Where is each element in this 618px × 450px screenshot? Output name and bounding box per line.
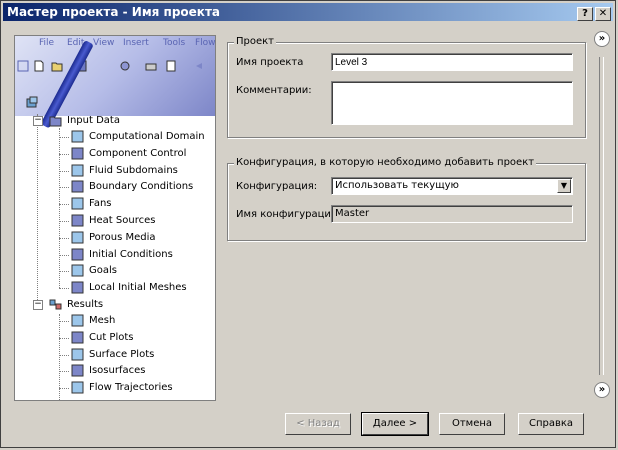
results-icon [49, 299, 62, 310]
expand-up-icon[interactable]: » [594, 31, 610, 47]
configuration-select-value: Использовать текущую [335, 180, 459, 191]
configuration-name-label: Имя конфигурации: [236, 209, 341, 220]
tree-connector [59, 204, 69, 206]
domain-icon [71, 130, 84, 143]
input-data-icon [49, 116, 62, 127]
comment-label: Комментарии: [236, 85, 312, 96]
tree-item-label: Fans [89, 198, 112, 210]
tree-connector [59, 254, 69, 256]
new-document-icon [34, 60, 44, 72]
help-button[interactable]: Справка [518, 413, 584, 435]
close-button[interactable]: ✕ [595, 7, 611, 21]
options-icon [120, 61, 130, 71]
tree-connector [59, 271, 69, 273]
results-collapse-toggle[interactable]: − [33, 300, 43, 310]
project-group: Проект Имя проекта Комментарии: [227, 36, 586, 138]
heat-source-icon [71, 214, 84, 227]
tree-connector [59, 288, 69, 290]
tree-connector [59, 371, 69, 373]
initial-conditions-icon [71, 248, 84, 261]
local-mesh-icon [71, 281, 84, 294]
tree-item-label: Local Initial Meshes [89, 282, 187, 294]
banner-image: File Edit View Insert Tools Flow [15, 36, 215, 129]
configuration-group-title: Конфигурация, в которую необходимо добав… [234, 157, 537, 168]
tree-item-label: Heat Sources [89, 215, 156, 226]
fan-icon [71, 197, 84, 210]
banner-menu-view: View [93, 38, 115, 48]
tree-connector [59, 321, 69, 322]
side-scroll-track[interactable] [599, 57, 604, 375]
tree-item-label: Component Control [89, 147, 187, 159]
print-icon [145, 63, 157, 71]
open-folder-icon [51, 62, 63, 72]
tree-connector [59, 337, 69, 339]
cut-plot-icon [71, 331, 84, 344]
next-button[interactable]: Далее > [361, 412, 429, 436]
banner-toolbar-icon [17, 60, 29, 72]
feature-tree-pane: File Edit View Insert Tools Flow − Input… [14, 35, 216, 401]
chevron-down-icon[interactable]: ▼ [557, 179, 571, 193]
isosurface-icon [71, 364, 84, 377]
banner-menu: File Edit View Insert Tools Flow [15, 38, 215, 52]
project-name-input[interactable] [331, 53, 573, 71]
banner-menu-tools: Tools [163, 38, 186, 48]
configuration-select[interactable]: Использовать текущую ▼ [331, 177, 573, 195]
tree-connector [59, 187, 69, 189]
title-bar[interactable]: Мастер проекта - Имя проекта ? ✕ [3, 3, 613, 21]
window-title: Мастер проекта - Имя проекта [7, 5, 221, 19]
cancel-button[interactable]: Отмена [439, 413, 505, 435]
tree-line-input [59, 128, 60, 288]
tree-item-label: Porous Media [89, 231, 156, 243]
component-icon [71, 147, 84, 160]
tree-item-label: Goals [89, 265, 117, 277]
undo-icon [196, 63, 202, 69]
porous-media-icon [71, 231, 84, 244]
tree-connector [59, 137, 69, 138]
configuration-group: Конфигурация, в которую необходимо добав… [227, 157, 586, 241]
comment-textarea[interactable] [331, 81, 573, 125]
tree-item-label: Isosurfaces [89, 365, 146, 377]
goals-icon [71, 264, 84, 277]
help-title-button[interactable]: ? [577, 7, 593, 21]
expand-down-icon[interactable]: » [594, 382, 610, 398]
tree-item-label: Initial Conditions [89, 248, 173, 260]
tree-line-root [37, 114, 38, 304]
tree-item-label: Cut Plots [89, 331, 134, 343]
tree-item-label: Boundary Conditions [89, 181, 194, 193]
project-name-label: Имя проекта [236, 57, 304, 68]
banner-menu-insert: Insert [123, 38, 149, 48]
tree-item-label: Surface Plots [89, 348, 155, 360]
tree-connector [59, 221, 69, 222]
mesh-icon [71, 314, 84, 327]
fluid-subdomain-icon [71, 164, 84, 177]
tree-connector [59, 153, 69, 155]
tree-item-label: Fluid Subdomains [89, 164, 178, 176]
preview-icon [166, 60, 176, 72]
flow-trajectory-icon [71, 381, 84, 394]
tree-connector [59, 388, 69, 390]
tree-connector [59, 237, 69, 239]
input-data-collapse-toggle[interactable]: − [33, 116, 43, 126]
banner-menu-flow: Flow [195, 38, 216, 48]
back-button[interactable]: < Назад [285, 413, 351, 435]
wizard-window: Мастер проекта - Имя проекта ? ✕ File Ed… [0, 0, 616, 448]
banner-menu-file: File [39, 38, 55, 48]
tree-item-label: Computational Domain [89, 131, 205, 142]
configuration-name-field: Master [331, 205, 573, 223]
project-root-icon [26, 96, 38, 108]
tree-item-label: Mesh [89, 315, 116, 326]
configuration-label: Конфигурация: [236, 181, 318, 192]
surface-plot-icon [71, 348, 84, 361]
project-group-title: Проект [234, 36, 277, 47]
boundary-icon [71, 180, 84, 193]
tree-connector [59, 170, 69, 172]
tree-connector [59, 354, 69, 356]
tree-item-label: Flow Trajectories [89, 382, 173, 394]
